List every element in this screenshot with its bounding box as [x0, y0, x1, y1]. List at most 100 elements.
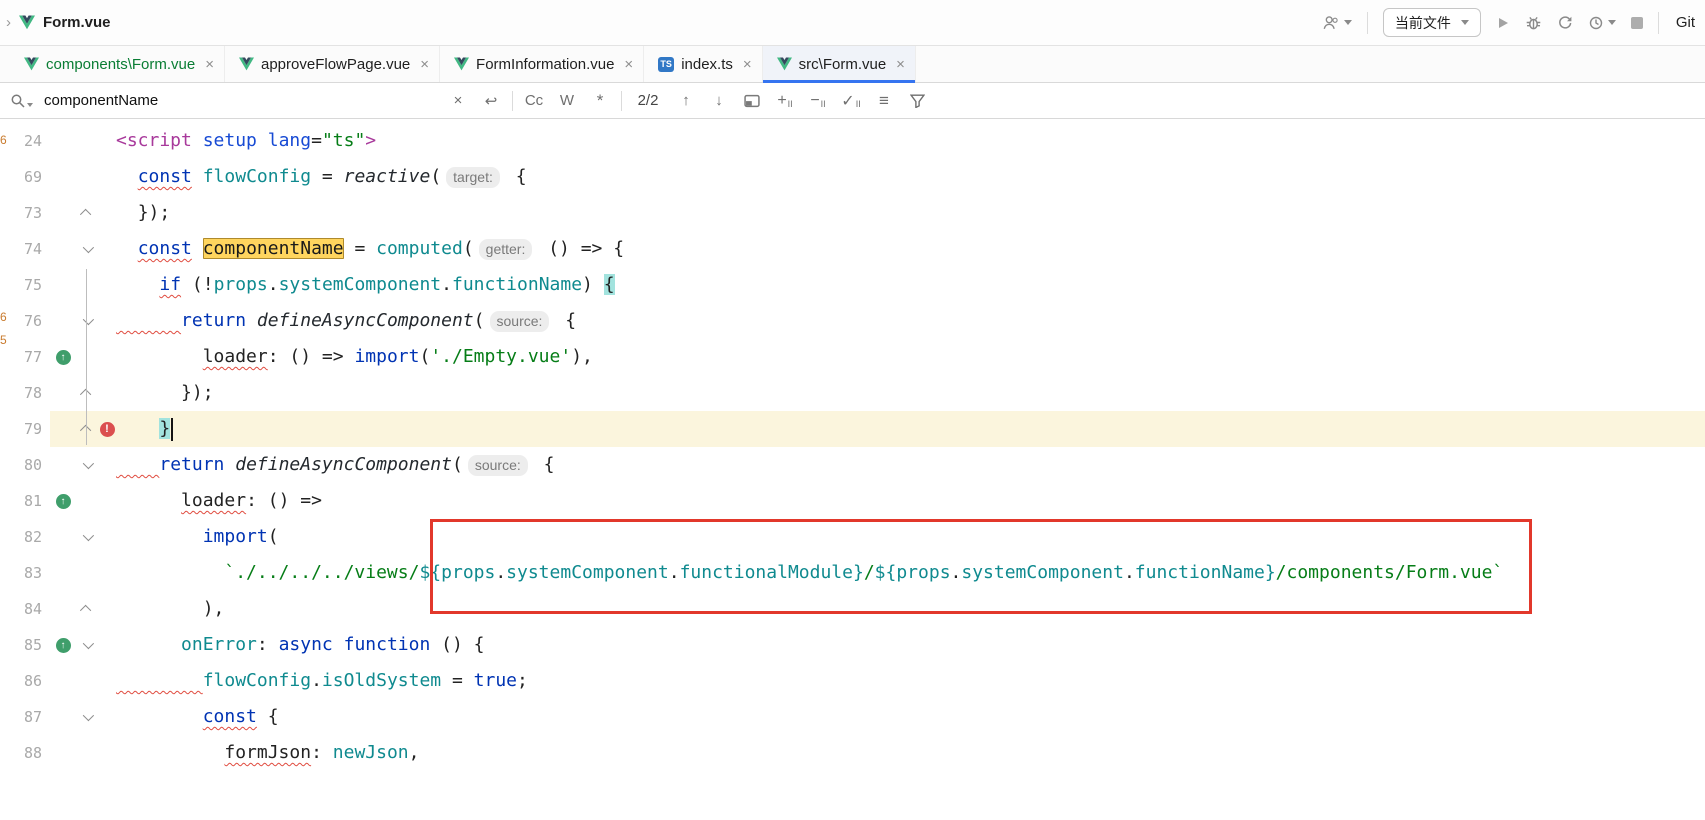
filter-search-results-button[interactable]	[905, 89, 929, 113]
line-number[interactable]: 81	[6, 483, 50, 519]
code-text[interactable]: const componentName = computed(getter: (…	[116, 231, 1705, 267]
gutter-fold-cell	[76, 735, 98, 771]
code-text[interactable]: return defineAsyncComponent(source: {	[116, 303, 1705, 339]
line-number[interactable]: 79	[6, 411, 50, 447]
add-selection-occurrence-button[interactable]: +II	[773, 89, 797, 113]
remove-selection-occurrence-button[interactable]: −II	[806, 89, 830, 113]
fold-expanded-icon[interactable]	[83, 710, 94, 721]
code-text[interactable]: import(	[116, 519, 1705, 555]
line-number[interactable]: 85	[6, 627, 50, 663]
gutter-error-cell	[98, 195, 116, 231]
code-token: formJson	[224, 742, 311, 763]
search-input[interactable]	[42, 91, 437, 110]
previous-occurrence-button[interactable]: ↑	[674, 89, 698, 113]
fold-expanded-icon[interactable]	[83, 638, 94, 649]
line-number[interactable]: 86	[6, 663, 50, 699]
run-button[interactable]	[1496, 16, 1510, 30]
code-text[interactable]: });	[116, 195, 1705, 231]
code-text[interactable]: `./../../../views/${props.systemComponen…	[116, 555, 1705, 591]
stop-button[interactable]	[1631, 17, 1643, 29]
line-number[interactable]: 84	[6, 591, 50, 627]
editor-tab[interactable]: src\Form.vue×	[763, 46, 916, 82]
line-number[interactable]: 75	[6, 267, 50, 303]
code-token: functionName	[452, 274, 582, 295]
inlay-hint: target:	[446, 167, 500, 188]
code-text[interactable]: return defineAsyncComponent(source: {	[116, 447, 1705, 483]
newline-icon[interactable]: ↩	[479, 89, 503, 113]
fold-expanded-icon[interactable]	[83, 314, 94, 325]
line-number[interactable]: 78	[6, 375, 50, 411]
collaborate-users-button[interactable]	[1322, 14, 1352, 31]
line-number[interactable]: 83	[6, 555, 50, 591]
gutter-fold-cell	[76, 411, 98, 447]
line-number[interactable]: 82	[6, 519, 50, 555]
match-case-toggle[interactable]: Cc	[522, 89, 546, 113]
code-text[interactable]: onError: async function () {	[116, 627, 1705, 663]
fold-expanded-icon[interactable]	[83, 242, 94, 253]
run-configuration-selector[interactable]: 当前文件	[1383, 8, 1481, 37]
code-text[interactable]: loader: () => import('./Empty.vue'),	[116, 339, 1705, 375]
line-number[interactable]: 76	[6, 303, 50, 339]
gutter-arrow-up-icon[interactable]: ↑	[56, 638, 71, 653]
next-occurrence-button[interactable]: ↓	[707, 89, 731, 113]
code-text[interactable]: <script setup lang="ts">	[116, 123, 1705, 159]
debug-button[interactable]	[1525, 14, 1542, 31]
code-text[interactable]: loader: () =>	[116, 483, 1705, 519]
code-text[interactable]: }	[116, 411, 1705, 447]
tab-close-icon[interactable]: ×	[743, 56, 752, 73]
code-token: onError	[181, 634, 257, 655]
editor-tab[interactable]: FormInformation.vue×	[440, 46, 644, 82]
editor-tab[interactable]: approveFlowPage.vue×	[225, 46, 440, 82]
code-editor[interactable]: 24 <script setup lang="ts"> 69 const flowC…	[0, 119, 1705, 820]
code-text[interactable]: if (!props.systemComponent.functionName)…	[116, 267, 1705, 303]
code-token: functionalModule	[680, 562, 853, 583]
select-all-occurrences-button[interactable]: ✓II	[839, 89, 863, 113]
tab-close-icon[interactable]: ×	[420, 56, 429, 73]
whole-words-toggle[interactable]: W	[555, 89, 579, 113]
code-text[interactable]: ),	[116, 591, 1705, 627]
code-text[interactable]: });	[116, 375, 1705, 411]
line-number[interactable]: 80	[6, 447, 50, 483]
line-number[interactable]: 69	[6, 159, 50, 195]
open-in-find-window-button[interactable]	[740, 89, 764, 113]
code-token: .	[669, 562, 680, 583]
code-text[interactable]: const {	[116, 699, 1705, 735]
code-token: (	[419, 346, 430, 367]
tab-close-icon[interactable]: ×	[896, 56, 905, 73]
error-icon[interactable]: !	[100, 422, 115, 437]
code-token: (	[268, 526, 279, 547]
fold-end-icon[interactable]	[80, 605, 91, 616]
fold-expanded-icon[interactable]	[83, 458, 94, 469]
ts-file-icon: TS	[658, 57, 674, 72]
code-text[interactable]: const flowConfig = reactive(target: {	[116, 159, 1705, 195]
code-line: 74 const componentName = computed(getter…	[0, 231, 1705, 267]
vue-file-icon	[777, 57, 792, 71]
line-number[interactable]: 87	[6, 699, 50, 735]
code-token: if	[159, 274, 181, 295]
gutter-arrow-up-icon[interactable]: ↑	[56, 494, 71, 509]
git-menu[interactable]: Git	[1676, 14, 1695, 31]
clear-search-icon[interactable]: ×	[446, 89, 470, 113]
line-number[interactable]: 88	[6, 735, 50, 771]
gutter-arrow-up-icon[interactable]: ↑	[56, 350, 71, 365]
gutter-fold-cell	[76, 231, 98, 267]
code-token: ${	[875, 562, 897, 583]
run-with-coverage-button[interactable]	[1557, 15, 1573, 31]
line-number[interactable]: 74	[6, 231, 50, 267]
editor-tab[interactable]: components\Form.vue ×	[10, 46, 225, 82]
tab-close-icon[interactable]: ×	[205, 56, 214, 73]
line-number[interactable]: 77	[6, 339, 50, 375]
line-number[interactable]: 24	[6, 123, 50, 159]
search-options-lines-icon[interactable]: ≡	[872, 89, 896, 113]
profiler-button[interactable]	[1588, 15, 1616, 31]
search-icon[interactable]	[10, 93, 33, 109]
line-number[interactable]: 73	[6, 195, 50, 231]
tab-label: components\Form.vue	[46, 56, 195, 73]
code-text[interactable]: formJson: newJson,	[116, 735, 1705, 771]
regex-toggle[interactable]: *	[588, 89, 612, 113]
fold-expanded-icon[interactable]	[83, 530, 94, 541]
fold-end-icon[interactable]	[80, 209, 91, 220]
code-text[interactable]: flowConfig.isOldSystem = true;	[116, 663, 1705, 699]
tab-close-icon[interactable]: ×	[624, 56, 633, 73]
editor-tab[interactable]: TSindex.ts×	[644, 46, 762, 82]
